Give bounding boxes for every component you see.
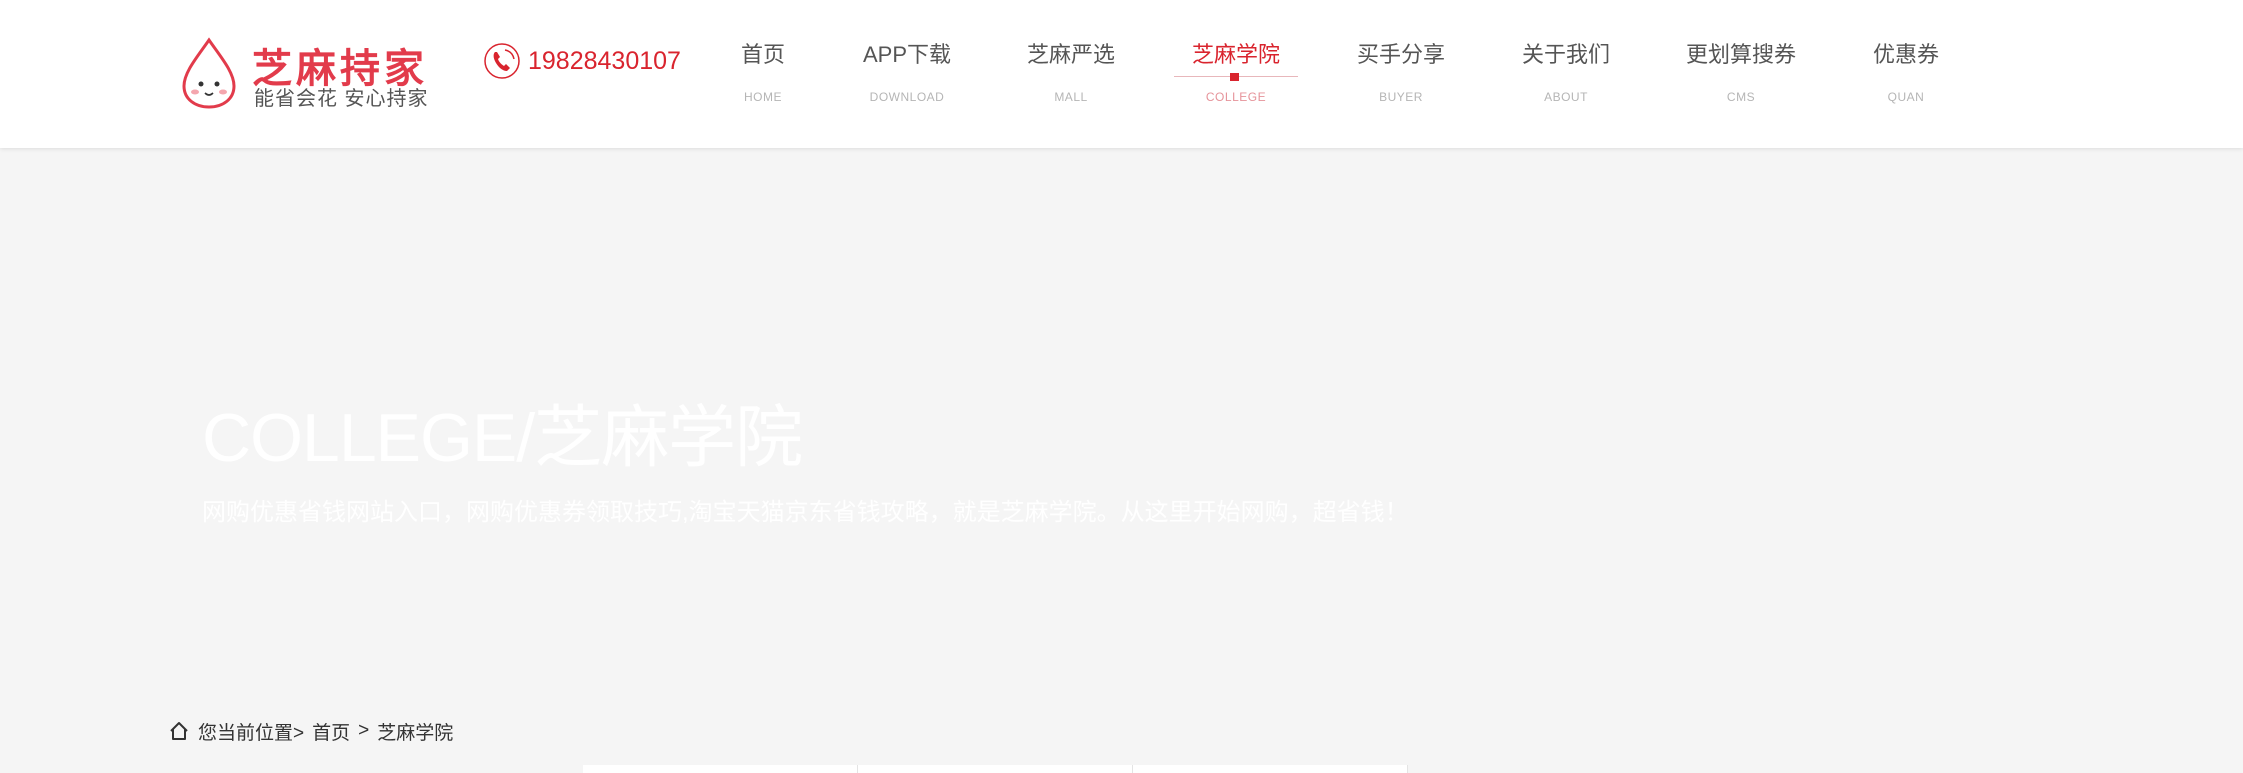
- nav-item-buyer[interactable]: 买手分享 BUYER: [1339, 38, 1463, 148]
- banner-title: COLLEGE/芝麻学院: [202, 400, 803, 476]
- nav-item-cms[interactable]: 更划算搜券 CMS: [1679, 38, 1803, 148]
- category-tab[interactable]: [583, 765, 858, 773]
- nav-label: 更划算搜券: [1685, 42, 1796, 67]
- nav-item-mall[interactable]: 芝麻严选 MALL: [1009, 38, 1133, 148]
- nav-sublabel: DOWNLOAD: [869, 90, 945, 104]
- main-nav: 首页 HOME APP下载 DOWNLOAD 芝麻严选 MALL 芝麻学院 CO…: [0, 0, 2243, 148]
- home-icon: [170, 722, 188, 740]
- category-tab[interactable]: [1133, 765, 1408, 773]
- nav-item-about[interactable]: 关于我们 ABOUT: [1504, 38, 1628, 148]
- nav-sublabel: BUYER: [1379, 90, 1423, 104]
- nav-label: 买手分享: [1356, 42, 1445, 67]
- nav-sublabel: CMS: [1726, 90, 1756, 104]
- category-tabs: [583, 765, 1408, 773]
- breadcrumb-separator: >: [358, 720, 370, 741]
- breadcrumb-prefix: 您当前位置>: [198, 722, 305, 744]
- site-header: 芝麻持家 能省会花 安心持家 19828430107 首页 HOME APP下载…: [0, 0, 2243, 148]
- nav-sublabel: ABOUT: [1544, 90, 1588, 104]
- nav-item-home[interactable]: 首页 HOME: [701, 38, 825, 148]
- nav-item-download[interactable]: APP下载 DOWNLOAD: [845, 38, 969, 148]
- nav-label: 关于我们: [1521, 42, 1610, 67]
- breadcrumb: 您当前位置> 首页 > 芝麻学院: [168, 716, 453, 746]
- nav-label: APP下载: [862, 42, 952, 67]
- nav-label: 优惠券: [1872, 42, 1939, 67]
- nav-sublabel: COLLEGE: [1205, 90, 1267, 104]
- nav-label: 芝麻严选: [1026, 42, 1115, 67]
- breadcrumb-current: 芝麻学院: [377, 722, 454, 744]
- nav-sublabel: MALL: [1054, 90, 1088, 104]
- nav-sublabel: QUAN: [1887, 90, 1925, 104]
- banner-description: 网购优惠省钱网站入口，网购优惠券领取技巧,淘宝天猫京东省钱攻略，就是芝麻学院。从…: [202, 499, 1409, 526]
- nav-item-quan[interactable]: 优惠券 QUAN: [1844, 38, 1968, 148]
- nav-label: 首页: [740, 42, 785, 67]
- nav-sublabel: HOME: [744, 90, 782, 104]
- breadcrumb-home-link[interactable]: 首页: [312, 718, 350, 745]
- active-indicator: [1230, 73, 1239, 81]
- nav-label: 芝麻学院: [1191, 42, 1280, 67]
- nav-item-college[interactable]: 芝麻学院 COLLEGE: [1174, 38, 1298, 148]
- category-tab[interactable]: [858, 765, 1133, 773]
